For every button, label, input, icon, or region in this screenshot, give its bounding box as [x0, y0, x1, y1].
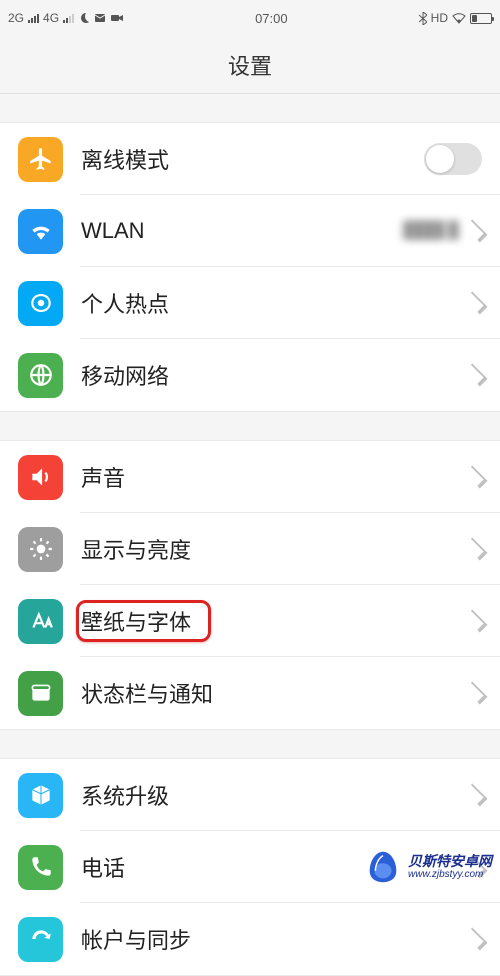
watermark-logo-icon	[364, 848, 402, 886]
highlight-annotation	[76, 600, 211, 642]
phone-icon	[18, 845, 63, 890]
video-icon	[110, 12, 124, 24]
network-label-2: 4G	[43, 11, 59, 25]
row-sound[interactable]: 声音	[0, 441, 500, 513]
signal-bars-2	[63, 13, 74, 23]
row-label: 显示与亮度	[81, 533, 470, 565]
airplane-toggle[interactable]	[424, 143, 482, 175]
settings-group-2: 声音 显示与亮度 壁纸与字体 状态栏与通知	[0, 440, 500, 730]
row-airplane-mode[interactable]: 离线模式	[0, 123, 500, 195]
hd-label: HD	[431, 11, 448, 25]
brightness-icon	[18, 527, 63, 572]
wifi-status-icon	[452, 12, 466, 24]
hotspot-icon	[18, 281, 63, 326]
row-label: WLAN	[81, 218, 403, 244]
battery-icon	[470, 13, 492, 24]
wifi-icon	[18, 209, 63, 254]
watermark: 贝斯特安卓网 www.zjbstyy.com	[364, 848, 492, 886]
network-label-1: 2G	[8, 11, 24, 25]
watermark-name: 贝斯特安卓网	[408, 854, 492, 869]
row-label: 离线模式	[81, 143, 424, 175]
row-statusbar-notif[interactable]: 状态栏与通知	[0, 657, 500, 729]
row-label: 移动网络	[81, 359, 470, 391]
airplane-icon	[18, 137, 63, 182]
sound-icon	[18, 455, 63, 500]
status-bar: 2G 4G 07:00 HD	[0, 0, 500, 36]
settings-group-1: 离线模式 WLAN ████ █ 个人热点 移动网络	[0, 122, 500, 412]
row-wallpaper[interactable]: 壁纸与字体	[0, 585, 500, 657]
page-title: 设置	[228, 49, 272, 81]
row-hotspot[interactable]: 个人热点	[0, 267, 500, 339]
row-system-update[interactable]: 系统升级	[0, 759, 500, 831]
signal-bars-1	[28, 13, 39, 23]
chevron-right-icon	[465, 220, 488, 243]
row-account-sync[interactable]: 帐户与同步	[0, 903, 500, 975]
row-label: 状态栏与通知	[81, 677, 470, 709]
row-label: 个人热点	[81, 287, 470, 319]
row-label: 系统升级	[81, 779, 470, 811]
row-mobile-network[interactable]: 移动网络	[0, 339, 500, 411]
clock: 07:00	[124, 11, 419, 26]
status-right: HD	[419, 11, 492, 25]
row-label: 声音	[81, 461, 470, 493]
bluetooth-icon	[419, 12, 427, 25]
row-display[interactable]: 显示与亮度	[0, 513, 500, 585]
font-icon	[18, 599, 63, 644]
page-header: 设置	[0, 36, 500, 94]
list-icon	[18, 671, 63, 716]
moon-icon	[78, 12, 90, 24]
row-wlan[interactable]: WLAN ████ █	[0, 195, 500, 267]
globe-icon	[18, 353, 63, 398]
sync-icon	[18, 917, 63, 962]
status-left: 2G 4G	[8, 11, 124, 25]
cube-icon	[18, 773, 63, 818]
row-label: 帐户与同步	[81, 923, 470, 955]
mail-icon	[94, 12, 106, 24]
wlan-value: ████ █	[403, 222, 458, 240]
watermark-url: www.zjbstyy.com	[408, 869, 492, 880]
